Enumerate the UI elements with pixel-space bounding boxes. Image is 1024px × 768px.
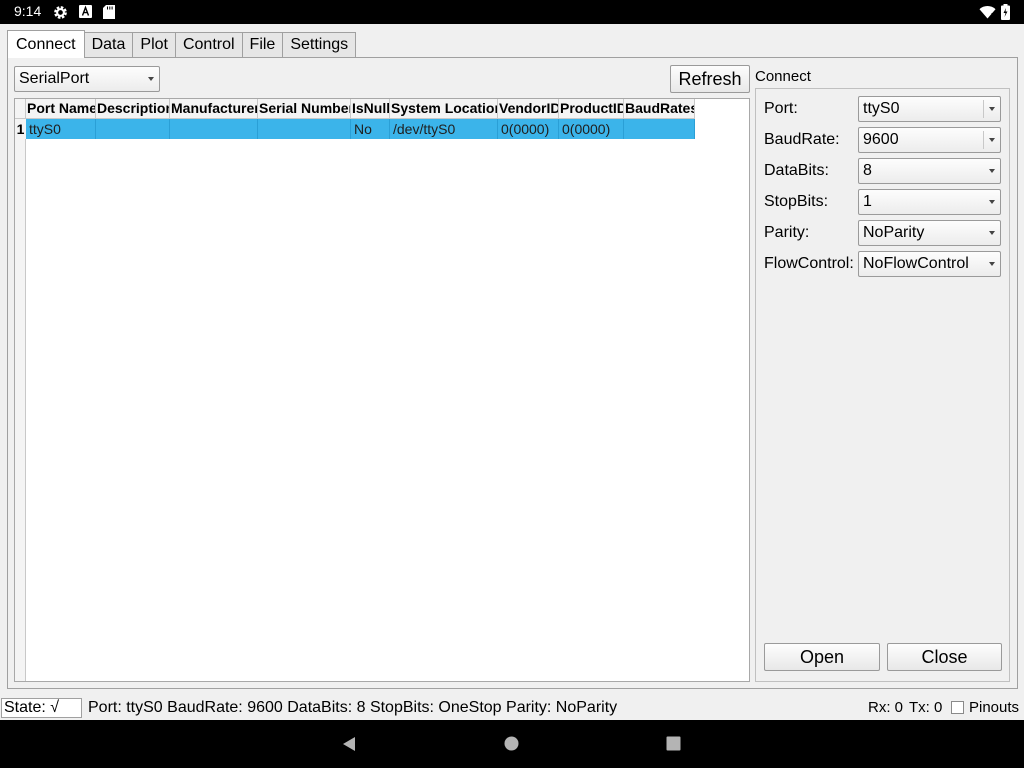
- column-header-vendorid[interactable]: VendorID: [498, 99, 559, 119]
- port-label: Port:: [764, 100, 798, 117]
- flowcontrol-value: NoFlowControl: [863, 255, 969, 272]
- battery-icon: [1001, 4, 1010, 20]
- close-button[interactable]: Close: [887, 643, 1002, 671]
- flowcontrol-select[interactable]: NoFlowControl: [858, 251, 1001, 277]
- column-header-description[interactable]: Description: [96, 99, 170, 119]
- state-indicator: State: √: [1, 698, 82, 718]
- back-icon[interactable]: [342, 736, 356, 752]
- databits-select[interactable]: 8: [858, 158, 1001, 184]
- home-icon[interactable]: [504, 736, 519, 751]
- table-corner: [15, 99, 26, 119]
- android-status-bar: 9:14: [0, 0, 1024, 24]
- column-header-productid[interactable]: ProductID: [559, 99, 624, 119]
- cell-manufacturer[interactable]: [170, 119, 258, 139]
- chevron-down-icon: [984, 252, 1000, 276]
- tab-connect[interactable]: Connect: [7, 30, 85, 58]
- baudrate-select[interactable]: 9600: [858, 127, 1001, 153]
- cell-productid[interactable]: 0(0000): [559, 119, 624, 139]
- tab-data[interactable]: Data: [83, 32, 134, 58]
- refresh-button[interactable]: Refresh: [670, 65, 750, 93]
- port-select[interactable]: ttyS0: [858, 96, 1001, 122]
- column-header-system-location[interactable]: System Location: [390, 99, 498, 119]
- baudrate-label: BaudRate:: [764, 131, 840, 148]
- bottom-status-bar: State: √ Port: ttyS0 BaudRate: 9600 Data…: [0, 695, 1024, 720]
- parity-value: NoParity: [863, 224, 925, 241]
- row-header-column: [15, 119, 26, 681]
- cell-system-location[interactable]: /dev/ttyS0: [390, 119, 498, 139]
- cell-isnull[interactable]: No: [351, 119, 390, 139]
- sd-card-icon: [103, 5, 115, 19]
- port-value: ttyS0: [863, 100, 900, 117]
- column-header-isnull[interactable]: IsNull: [351, 99, 390, 119]
- column-header-port-name[interactable]: Port Name: [26, 99, 96, 119]
- parity-label: Parity:: [764, 224, 810, 241]
- tab-settings[interactable]: Settings: [282, 32, 357, 58]
- baudrate-value: 9600: [863, 131, 899, 148]
- port-table[interactable]: Port Name Description Manufacturer Seria…: [14, 98, 750, 682]
- stopbits-label: StopBits:: [764, 193, 829, 210]
- cell-baudrates[interactable]: [624, 119, 695, 139]
- recents-icon[interactable]: [666, 736, 681, 751]
- tx-counter: Tx: 0: [909, 699, 943, 716]
- pinouts-label[interactable]: Pinouts: [969, 698, 1019, 718]
- port-type-value: SerialPort: [19, 70, 90, 87]
- chevron-down-icon: [984, 159, 1000, 183]
- pinouts-checkbox[interactable]: [951, 701, 964, 714]
- tab-control[interactable]: Control: [174, 32, 243, 58]
- rx-counter: Rx: 0: [868, 699, 904, 716]
- open-button[interactable]: Open: [764, 643, 880, 671]
- tab-plot[interactable]: Plot: [132, 32, 176, 58]
- row-number[interactable]: 1: [15, 119, 26, 139]
- gear-icon: [54, 6, 67, 19]
- port-status-text: Port: ttyS0 BaudRate: 9600 DataBits: 8 S…: [88, 699, 618, 716]
- tab-file[interactable]: File: [241, 32, 284, 58]
- main-tabs: Connect Data Plot Control File Settings: [7, 30, 357, 58]
- connect-group-title: Connect: [755, 68, 811, 85]
- a-notification-icon: [79, 5, 92, 18]
- chevron-down-icon: [984, 190, 1000, 214]
- chevron-down-icon: [984, 128, 1000, 152]
- chevron-down-icon: [984, 97, 1000, 121]
- column-header-manufacturer[interactable]: Manufacturer: [170, 99, 258, 119]
- stopbits-select[interactable]: 1: [858, 189, 1001, 215]
- chevron-down-icon: [143, 67, 159, 91]
- clock-time: 9:14: [14, 3, 42, 19]
- databits-value: 8: [863, 162, 872, 179]
- flowcontrol-label: FlowControl:: [764, 255, 854, 272]
- cell-port-name[interactable]: ttyS0: [26, 119, 96, 139]
- app-window: Connect Data Plot Control File Settings …: [0, 24, 1024, 720]
- connect-settings-group: Port: ttyS0 BaudRate: 9600 DataBits: 8 S…: [755, 88, 1010, 682]
- connect-tab-pane: SerialPort Refresh Port Name Description…: [7, 57, 1018, 689]
- cell-vendorid[interactable]: 0(0000): [498, 119, 559, 139]
- android-navigation-bar: [0, 720, 1024, 768]
- stopbits-value: 1: [863, 193, 872, 210]
- cell-description[interactable]: [96, 119, 170, 139]
- parity-select[interactable]: NoParity: [858, 220, 1001, 246]
- chevron-down-icon: [984, 221, 1000, 245]
- databits-label: DataBits:: [764, 162, 829, 179]
- port-type-select[interactable]: SerialPort: [14, 66, 160, 92]
- column-header-baudrates[interactable]: BaudRates: [624, 99, 695, 119]
- cell-serial-number[interactable]: [258, 119, 351, 139]
- wifi-icon: [979, 5, 996, 19]
- column-header-serial-number[interactable]: Serial Number: [258, 99, 351, 119]
